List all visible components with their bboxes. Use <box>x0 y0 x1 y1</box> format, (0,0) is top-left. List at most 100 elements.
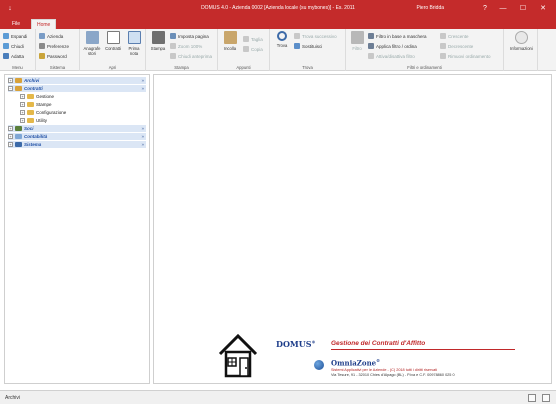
stampa-label: Stampa <box>150 46 166 51</box>
informazioni-button[interactable]: Informazioni <box>510 31 533 51</box>
tree-node-stampe[interactable]: + Stampe <box>20 101 52 108</box>
company-name: OmniaZone <box>331 358 377 368</box>
ledger-icon <box>127 31 141 44</box>
copia-button[interactable]: Copia <box>243 45 263 53</box>
maximize-button[interactable]: ☐ <box>513 0 533 17</box>
expand-toggle[interactable]: + <box>8 126 13 131</box>
group-label-trova: Trova <box>302 65 313 70</box>
layout-view-icon[interactable] <box>542 394 550 402</box>
stampa-button[interactable]: Stampa <box>148 31 168 51</box>
expand-toggle[interactable]: + <box>8 78 13 83</box>
taglia-label: Taglia <box>251 36 263 42</box>
tree-label-utility: Utility <box>36 118 47 123</box>
taglia-button[interactable]: Taglia <box>243 35 263 43</box>
anagrafe-button[interactable]: Anagrafe stori <box>82 31 102 56</box>
group-label-filtri: Filtri e ordinamenti <box>407 65 442 70</box>
zoom-button[interactable]: Zoom 100% <box>170 42 202 50</box>
applica-filtro-button[interactable]: Applica filtro / ordina <box>368 42 417 50</box>
chevron-icon[interactable]: » <box>141 126 144 131</box>
incolla-button[interactable]: Incolla <box>220 31 240 51</box>
collapse-toggle[interactable]: − <box>8 86 13 91</box>
company-tagline: Sistemi Applicativi per le Aziende - (C)… <box>331 368 438 372</box>
ribbon-group-menu: Espandi Chiudi Adatta Menu <box>0 29 36 71</box>
ribbon-group-info: Informazioni <box>504 29 538 71</box>
crescente-button[interactable]: Crescente <box>440 32 469 40</box>
folder-icon <box>15 78 22 83</box>
tree-node-archivi[interactable]: + Archivi » <box>8 77 146 84</box>
document-icon <box>106 31 120 44</box>
tree-node-contratti[interactable]: − Contratti » <box>8 85 146 92</box>
azienda-button[interactable]: Azienda <box>39 32 63 40</box>
printer-icon <box>151 31 165 44</box>
filtro-maschera-label: Filtro in base a maschera <box>376 33 427 39</box>
replace-icon <box>294 43 300 49</box>
contratti-button[interactable]: Contratti <box>103 31 123 51</box>
ribbon-group-appunti: Incolla Taglia Copia Appunti <box>218 29 270 71</box>
form-view-icon[interactable] <box>528 394 536 402</box>
tab-home[interactable]: Home <box>31 19 57 29</box>
omniazone-logo-icon <box>314 360 324 370</box>
expand-toggle[interactable]: + <box>20 102 25 107</box>
ribbon-group-trova: Trova Trova successivo Sostituisci Trova <box>270 29 346 71</box>
tree-node-utility[interactable]: + Utility <box>20 117 47 124</box>
attiva-filtro-button[interactable]: Attiva/disattiva filtro <box>368 52 415 60</box>
paste-icon <box>223 31 237 44</box>
preferenze-button[interactable]: Preferenze <box>39 42 69 50</box>
expand-toggle[interactable]: + <box>8 142 13 147</box>
ribbon-group-filtri: Filtro Filtro in base a maschera Applica… <box>346 29 504 71</box>
company-icon <box>39 33 45 39</box>
help-button[interactable]: ? <box>475 0 495 17</box>
chiudi-anteprima-button[interactable]: Chiudi anteprima <box>170 52 212 60</box>
tree-node-gestione[interactable]: + Gestione <box>20 93 54 100</box>
apply-filter-icon <box>368 43 374 49</box>
password-button[interactable]: Password <box>39 52 67 60</box>
prima-nota-button[interactable]: Prima nota <box>124 31 144 56</box>
expand-toggle[interactable]: + <box>20 118 25 123</box>
chevron-icon[interactable]: » <box>141 78 144 83</box>
filtro-button[interactable]: Filtro <box>347 31 367 51</box>
chevron-icon[interactable]: » <box>141 86 144 91</box>
collapse-label: Chiudi <box>11 43 24 49</box>
anagrafe-label: Anagrafe stori <box>83 46 101 56</box>
tree-node-soci[interactable]: + Soci » <box>8 125 146 132</box>
quick-access-icon[interactable]: ↓ <box>0 5 20 12</box>
trova-successivo-button[interactable]: Trova successivo <box>294 32 337 40</box>
brand-divider <box>331 349 515 350</box>
filtro-maschera-button[interactable]: Filtro in base a maschera <box>368 32 427 40</box>
expand-toggle[interactable]: + <box>8 134 13 139</box>
tree-label-contabilita: Contabilità <box>24 134 48 139</box>
tree-node-contabilita[interactable]: + Contabilità » <box>8 133 146 140</box>
minimize-button[interactable]: — <box>493 0 513 17</box>
clear-sort-icon <box>440 53 446 59</box>
expand-button[interactable]: Espandi <box>3 32 27 40</box>
chevron-icon[interactable]: » <box>141 134 144 139</box>
status-text: Archivi <box>5 395 21 401</box>
tree-node-configurazione[interactable]: + Configurazione <box>20 109 66 116</box>
close-preview-icon <box>170 53 176 59</box>
expand-toggle[interactable]: + <box>20 110 25 115</box>
tree-node-sistema[interactable]: + Sistema » <box>8 141 146 148</box>
collapse-button[interactable]: Chiudi <box>3 42 24 50</box>
rimuovi-ordinamento-button[interactable]: Rimuovi ordinamento <box>440 52 491 60</box>
decrescente-button[interactable]: Decrescente <box>440 42 473 50</box>
accounting-icon <box>15 134 22 139</box>
ribbon-group-stampa: Stampa Imposta pagina Zoom 100% Chiudi a… <box>146 29 218 71</box>
chevron-icon[interactable]: » <box>141 142 144 147</box>
toggle-filter-icon <box>368 53 374 59</box>
imposta-pagina-button[interactable]: Imposta pagina <box>170 32 209 40</box>
tab-file[interactable]: File <box>7 19 25 29</box>
close-button[interactable]: ✕ <box>533 0 553 17</box>
attiva-filtro-label: Attiva/disattiva filtro <box>376 53 415 59</box>
tree-label-contratti: Contratti <box>24 86 43 91</box>
members-icon <box>15 126 22 131</box>
trova-button[interactable]: Trova <box>272 31 292 48</box>
expand-toggle[interactable]: + <box>20 94 25 99</box>
expand-label: Espandi <box>11 33 28 39</box>
sostituisci-button[interactable]: Sostituisci <box>294 42 322 50</box>
ribbon-group-apri: Anagrafe stori Contratti Prima nota Apri <box>80 29 146 71</box>
adapt-button[interactable]: Adatta <box>3 52 24 60</box>
group-label-menu: Menu <box>12 65 23 70</box>
folder-icon <box>27 102 34 107</box>
adapt-icon <box>3 53 9 59</box>
preferenze-label: Preferenze <box>47 43 70 49</box>
